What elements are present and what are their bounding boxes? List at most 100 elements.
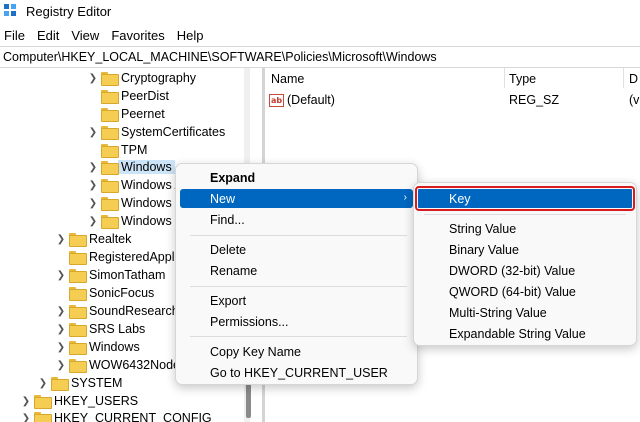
chevron-right-icon[interactable]: ❯ <box>88 180 98 191</box>
chevron-right-icon[interactable]: ❯ <box>88 216 98 227</box>
chevron-right-icon[interactable]: ❯ <box>56 306 66 317</box>
menu-rename[interactable]: Rename <box>180 261 413 280</box>
window-title: Registry Editor <box>26 3 112 19</box>
chevron-right-icon[interactable]: ❯ <box>21 413 31 422</box>
menu-goto-hkcu[interactable]: Go to HKEY_CURRENT_USER <box>180 363 413 382</box>
chevron-right-icon: › <box>403 192 407 203</box>
title-bar: Registry Editor <box>0 0 640 22</box>
menu-separator <box>190 286 407 287</box>
menu-delete[interactable]: Delete <box>180 240 413 259</box>
tree-item-hkey-users[interactable]: ❯ HKEY_USERS <box>21 392 138 410</box>
menu-separator <box>190 235 407 236</box>
menu-file[interactable]: File <box>0 28 31 43</box>
tree-item-realtek[interactable]: ❯ Realtek <box>56 230 131 248</box>
chevron-right-icon[interactable]: ❯ <box>56 234 66 245</box>
submenu-string-value[interactable]: String Value <box>418 219 632 238</box>
new-submenu: Key String Value Binary Value DWORD (32-… <box>413 182 637 346</box>
tree-item-label: WOW6432Node <box>89 358 181 372</box>
menu-new[interactable]: New › <box>180 189 413 208</box>
address-path: Computer\HKEY_LOCAL_MACHINE\SOFTWARE\Pol… <box>3 50 437 64</box>
chevron-right-icon[interactable]: ❯ <box>88 162 98 173</box>
tree-item-label: Windows <box>89 340 140 354</box>
menu-favorites[interactable]: Favorites <box>105 28 170 43</box>
submenu-binary-value[interactable]: Binary Value <box>418 240 632 259</box>
menu-copy-key-name[interactable]: Copy Key Name <box>180 342 413 361</box>
address-bar[interactable]: Computer\HKEY_LOCAL_MACHINE\SOFTWARE\Pol… <box>0 46 640 68</box>
tree-item-peernet[interactable]: Peernet <box>101 105 165 123</box>
tree-item-sonicfocus[interactable]: SonicFocus <box>69 284 154 302</box>
column-header-name[interactable]: Name <box>271 72 304 86</box>
tree-item-systemcertificates[interactable]: ❯ SystemCertificates <box>88 123 225 141</box>
tree-item-label: SRS Labs <box>89 322 146 336</box>
chevron-right-icon[interactable]: ❯ <box>21 396 31 407</box>
context-menu: Expand New › Find... Delete Rename Expor… <box>175 163 418 385</box>
tree-item-label: SimonTatham <box>89 268 166 282</box>
tree-item-label: Windows I <box>121 196 179 210</box>
submenu-dword-value[interactable]: DWORD (32-bit) Value <box>418 261 632 280</box>
folder-icon <box>101 126 119 140</box>
tree-item-registeredapplications[interactable]: RegisteredAppli <box>69 248 177 266</box>
menu-find[interactable]: Find... <box>180 210 413 229</box>
menu-permissions[interactable]: Permissions... <box>180 312 413 331</box>
tree-item-cryptography[interactable]: ❯ Cryptography <box>88 69 196 87</box>
tree-item-label: HKEY_CURRENT_CONFIG <box>54 411 212 422</box>
folder-icon <box>101 108 119 122</box>
tree-item-tpm[interactable]: TPM <box>101 141 147 159</box>
tree-item-srs-labs[interactable]: ❯ SRS Labs <box>56 320 145 338</box>
tree-item-label: SoundResearch <box>89 304 179 318</box>
tree-item-soundresearch[interactable]: ❯ SoundResearch <box>56 302 179 320</box>
column-separator[interactable] <box>623 68 624 88</box>
folder-icon <box>101 179 119 193</box>
menu-export[interactable]: Export <box>180 291 413 310</box>
tree-item-wow6432node[interactable]: ❯ WOW6432Node <box>56 356 180 374</box>
folder-icon <box>69 341 87 355</box>
column-header-type[interactable]: Type <box>509 72 536 86</box>
chevron-right-icon[interactable]: ❯ <box>88 198 98 209</box>
folder-icon <box>101 197 119 211</box>
chevron-right-icon[interactable]: ❯ <box>56 360 66 371</box>
column-header-data[interactable]: D <box>629 72 638 86</box>
chevron-right-icon[interactable]: ❯ <box>38 378 48 389</box>
submenu-expandable-string-value[interactable]: Expandable String Value <box>418 324 632 343</box>
folder-icon <box>34 412 52 422</box>
tree-item-windows-i-1[interactable]: ❯ Windows I <box>88 194 179 212</box>
value-row-default[interactable]: ab (Default) REG_SZ (v <box>269 91 640 109</box>
chevron-right-icon[interactable]: ❯ <box>56 270 66 281</box>
menu-expand[interactable]: Expand <box>180 168 413 187</box>
submenu-qword-value[interactable]: QWORD (64-bit) Value <box>418 282 632 301</box>
folder-icon <box>51 377 69 391</box>
menu-view[interactable]: View <box>65 28 105 43</box>
registry-editor-icon <box>4 4 18 18</box>
menu-edit[interactable]: Edit <box>31 28 65 43</box>
tree-item-simontatham[interactable]: ❯ SimonTatham <box>56 266 165 284</box>
tree-item-windows-selected[interactable]: ❯ Windows <box>88 158 175 176</box>
chevron-right-icon[interactable]: ❯ <box>88 127 98 138</box>
tree-item-label: Windows A <box>121 178 183 192</box>
folder-icon <box>101 161 119 175</box>
tree-item-system[interactable]: ❯ SYSTEM <box>38 374 122 392</box>
string-value-icon: ab <box>269 93 284 107</box>
tree-item-peerdist[interactable]: PeerDist <box>101 87 169 105</box>
tree-item-label: PeerDist <box>121 89 169 103</box>
tree-item-windows[interactable]: ❯ Windows <box>56 338 140 356</box>
folder-icon <box>69 359 87 373</box>
folder-icon <box>69 251 87 265</box>
submenu-multi-string-value[interactable]: Multi-String Value <box>418 303 632 322</box>
menu-help[interactable]: Help <box>171 28 210 43</box>
column-separator[interactable] <box>504 68 505 88</box>
submenu-key[interactable]: Key <box>415 186 635 211</box>
tree-item-windows-a[interactable]: ❯ Windows A <box>88 176 183 194</box>
chevron-right-icon[interactable]: ❯ <box>56 342 66 353</box>
tree-item-label: RegisteredAppli <box>89 250 178 264</box>
folder-icon <box>34 395 52 409</box>
tree-item-windows-i-2[interactable]: ❯ Windows I <box>88 212 179 230</box>
tree-item-hkey-current-config[interactable]: ❯ HKEY_CURRENT_CONFIG <box>21 409 212 422</box>
menu-separator <box>424 214 626 215</box>
chevron-right-icon[interactable]: ❯ <box>56 324 66 335</box>
tree-item-label: Cryptography <box>121 71 197 85</box>
folder-icon <box>101 144 119 158</box>
tree-item-label: HKEY_USERS <box>54 394 139 408</box>
chevron-right-icon[interactable]: ❯ <box>88 73 98 84</box>
tree-item-label: SystemCertificates <box>121 125 226 139</box>
tree-item-label: SonicFocus <box>89 286 155 300</box>
